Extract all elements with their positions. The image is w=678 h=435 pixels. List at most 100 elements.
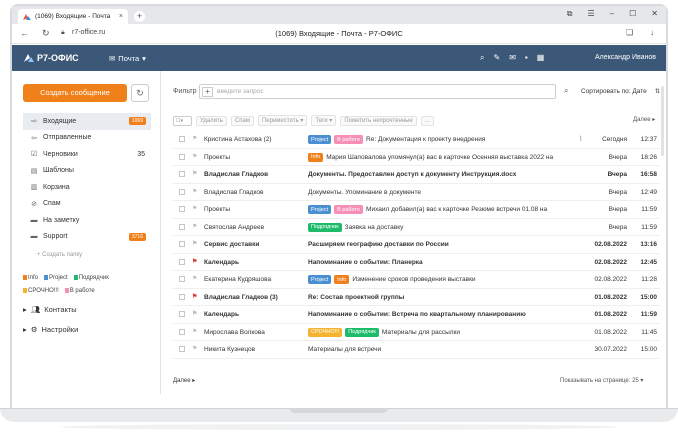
flag-icon[interactable]: ⚑	[192, 258, 197, 265]
mail-checkbox[interactable]	[179, 346, 185, 352]
module-selector[interactable]: ✉ Почта ▾	[109, 54, 146, 63]
mail-row[interactable]: ⚑ Владислав Гладков (3) Re: Состав проектн…	[173, 289, 660, 306]
profile-icon[interactable]: ☰	[588, 9, 595, 19]
mail-checkbox[interactable]	[179, 188, 185, 195]
extensions-icon[interactable]: ⧉	[567, 9, 573, 19]
select-all-checkbox[interactable]: ☐▾	[173, 115, 192, 126]
delete-button[interactable]: Удалить	[196, 115, 227, 126]
scrollbar[interactable]	[661, 86, 664, 156]
mail-checkbox[interactable]	[179, 293, 185, 300]
flag-icon[interactable]: ⚑	[192, 153, 197, 160]
mail-checkbox[interactable]	[179, 328, 185, 335]
mark-unread-button[interactable]: Пометить непрочтенные	[340, 115, 417, 126]
mail-tag[interactable]: Подрядчик	[308, 222, 342, 232]
mail-tag[interactable]: Project	[308, 205, 332, 214]
maximize-icon[interactable]: ☐	[629, 9, 636, 19]
mail-checkbox[interactable]	[179, 258, 185, 265]
mail-row[interactable]: ⚑ Календарь Напоминание о событии: Планерк…	[173, 254, 660, 271]
contacts-section[interactable]: ▸ 👥︎ Контакты	[23, 305, 77, 314]
next-page-link[interactable]: Далее ▸	[633, 116, 655, 123]
move-button[interactable]: Переместить ▾	[257, 115, 308, 126]
mail-row[interactable]: ⚑ Владислав Гладков Документы. Упоминание …	[173, 184, 660, 201]
mail-row[interactable]: ⚑ Владислав Гладков Документы. Предоставле…	[173, 166, 660, 184]
minimize-icon[interactable]: –	[610, 9, 614, 19]
mail-notify-icon[interactable]: ✉	[509, 53, 516, 63]
search-icon[interactable]: ⌕	[480, 53, 484, 63]
mail-checkbox[interactable]	[179, 311, 185, 317]
mail-row[interactable]: ⚑ Екатерина Кудряшова Project Info Изменение…	[173, 271, 660, 289]
filter-input[interactable]: + введите запрос	[199, 84, 556, 99]
mail-checkbox[interactable]	[179, 171, 185, 177]
flag-icon[interactable]: ⚑	[192, 345, 197, 352]
tag-info[interactable]: Info	[23, 275, 38, 281]
flag-icon[interactable]: ⚑	[192, 170, 197, 177]
new-tab-button[interactable]: +	[134, 11, 145, 22]
sort-direction-icon[interactable]: ⇅	[655, 88, 660, 95]
flag-icon[interactable]: ⚑	[192, 293, 197, 300]
folder-trash[interactable]: ▥ Корзина	[23, 179, 151, 196]
mail-checkbox[interactable]	[179, 241, 185, 247]
chat-icon[interactable]: ▪	[525, 53, 528, 63]
add-filter-button[interactable]: +	[202, 86, 213, 97]
mail-checkbox[interactable]	[179, 223, 185, 230]
bookmark-icon[interactable]: ❏	[626, 28, 633, 37]
refresh-button[interactable]: ↻	[131, 84, 149, 102]
tags-button[interactable]: Теги ▾	[311, 115, 337, 126]
folder-notes[interactable]: ▬ На заметку	[23, 212, 151, 229]
close-window-icon[interactable]: ✕	[651, 9, 658, 19]
settings-section[interactable]: ▸ ⚙ Настройки	[23, 325, 78, 334]
brand-logo[interactable]: Р7-ОФИС	[24, 53, 79, 63]
per-page-selector[interactable]: Показывать на странице: 25 ▾	[560, 377, 643, 384]
mail-tag[interactable]: Info	[334, 275, 350, 284]
mail-checkbox[interactable]	[179, 206, 185, 212]
flag-icon[interactable]: ⚑	[192, 188, 197, 195]
mail-tag[interactable]: Project	[308, 135, 332, 144]
flag-icon[interactable]: ⚑	[192, 328, 197, 335]
mail-checkbox[interactable]	[179, 153, 185, 160]
tag-contractor[interactable]: Подрядчик	[73, 275, 109, 281]
flag-icon[interactable]: ⚑	[192, 275, 197, 282]
compose-button[interactable]: Создать сообщение	[23, 84, 127, 102]
folder-sent[interactable]: ⇦ Отправленные	[23, 130, 151, 147]
spam-button[interactable]: Спам	[230, 115, 254, 126]
user-menu[interactable]: Александр Иванов	[595, 54, 656, 61]
mail-checkbox[interactable]	[179, 276, 185, 282]
folder-inbox[interactable]: ⇨ Входящие 1069	[23, 113, 151, 130]
folder-drafts[interactable]: ☑ Черновики 35	[23, 146, 151, 163]
browser-tab[interactable]: (1069) Входящие - Почта ×	[18, 9, 128, 24]
folder-spam[interactable]: ⊘ Спам	[23, 196, 151, 213]
close-tab-icon[interactable]: ×	[119, 13, 123, 20]
mail-tag[interactable]: В работе	[334, 135, 364, 144]
mail-checkbox[interactable]	[179, 136, 185, 142]
tag-project[interactable]: Project	[44, 275, 68, 281]
folder-support[interactable]: ▬ Support 3716	[23, 229, 151, 246]
tag-urgent[interactable]: СРОЧНО!!!	[23, 288, 59, 294]
mail-tag[interactable]: СРОЧНО!!!	[308, 327, 343, 337]
flag-icon[interactable]: ⚑	[192, 223, 197, 230]
flag-icon[interactable]: ⚑	[192, 310, 197, 317]
mail-tag[interactable]: Info	[308, 152, 324, 162]
sort-selector[interactable]: Сортировать по: Дате	[581, 88, 647, 95]
mail-row[interactable]: ⚑ Сервис доставки Расширяем географию дост…	[173, 236, 660, 254]
create-folder-link[interactable]: + Создать папку	[37, 252, 82, 258]
more-actions-button[interactable]: ...	[420, 115, 434, 126]
mail-tag[interactable]: Подрядчик	[345, 327, 379, 337]
download-icon[interactable]: ↓	[650, 28, 654, 37]
flag-icon[interactable]: ⚑	[192, 205, 197, 212]
more-link[interactable]: Далее ▸	[173, 377, 195, 384]
folder-templates[interactable]: ▤ Шаблоны	[23, 163, 151, 180]
feed-icon[interactable]: ✎	[493, 53, 500, 63]
mail-tag[interactable]: В работе	[334, 205, 364, 214]
flag-icon[interactable]: ⚑	[192, 240, 197, 247]
mail-row[interactable]: ⚑ Святослав Андреев Подрядчик Заявка на дос…	[173, 219, 660, 236]
mail-row[interactable]: ⚑ Никита Кузнецов Материалы для встречи 30.…	[173, 341, 660, 359]
mail-row[interactable]: ⚑ Проекты Project В работе Михаил добавил(а)…	[173, 201, 660, 219]
mail-tag[interactable]: Project	[308, 275, 332, 284]
tag-in-progress[interactable]: В работе	[64, 288, 95, 294]
calendar-icon[interactable]: ▦	[537, 53, 545, 63]
flag-icon[interactable]: ⚑	[192, 135, 197, 142]
mail-row[interactable]: ⚑ Кристина Астахова (2) Project В работе Re:…	[173, 131, 660, 149]
mail-row[interactable]: ⚑ Календарь Напоминание о событии: Встреча…	[173, 306, 660, 324]
mail-row[interactable]: ⚑ Проекты Info Мария Шаповалова упомянул(а)…	[173, 149, 660, 166]
mail-row[interactable]: ⚑ Мирослава Волкова СРОЧНО!!! Подрядчик Мате…	[173, 324, 660, 341]
